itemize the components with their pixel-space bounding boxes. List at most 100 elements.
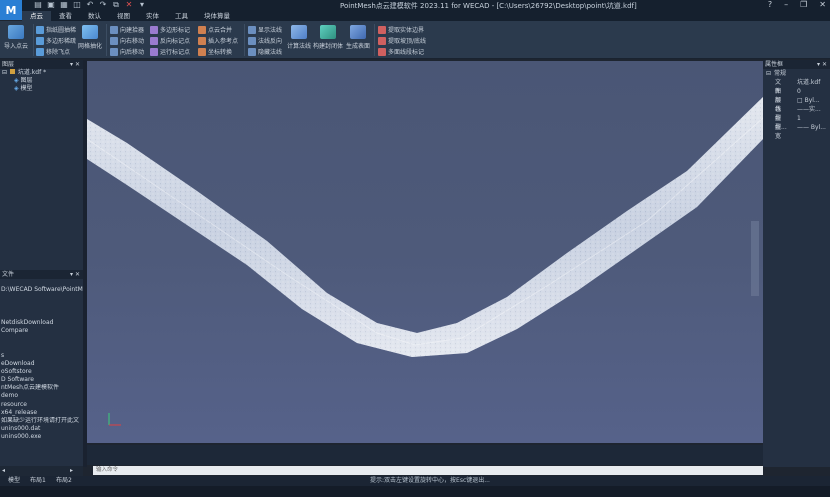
ribbon-btn-move-back[interactable]: 向后移动 [110, 47, 144, 56]
generate-surface-button[interactable]: 生成表面 [346, 25, 370, 50]
tree-item-layers[interactable]: ◈ 图层 [0, 77, 83, 85]
command-input[interactable]: 输入命令 [93, 466, 763, 475]
normals-hide-icon [248, 47, 256, 56]
list-item[interactable]: Compare [0, 327, 83, 335]
save-icon[interactable]: ▦ [60, 1, 68, 9]
tree-item-model[interactable]: ◈ 模型 [0, 85, 83, 93]
ribbon-btn-extract-slope[interactable]: 提取坡顶/底线 [378, 36, 426, 45]
files-panel: 文件 ▾ ✕ D:\WECAD Software\PointMesh Netdi… [0, 270, 83, 466]
command-history [87, 445, 763, 465]
import-icon [8, 25, 24, 39]
tab-view[interactable]: 查看 [51, 11, 80, 21]
close-doc-icon[interactable]: ✕ [125, 1, 133, 9]
list-item[interactable]: D Software [0, 376, 83, 384]
list-item[interactable] [0, 302, 83, 310]
property-row-linescale[interactable]: 线型... 1 [763, 114, 830, 131]
axis-gizmo [108, 413, 121, 426]
status-toolbar [0, 486, 830, 497]
list-item[interactable]: unins000.dat [0, 425, 83, 433]
ribbon-btn-reverse-mark[interactable]: 反向标记点 [150, 36, 190, 45]
ribbon-btn-sparse-polygon[interactable]: 多边形稀疏 [36, 36, 76, 45]
ribbon-btn-coord-transform[interactable]: 坐标转换 [198, 47, 232, 56]
list-item[interactable]: eDownload [0, 360, 83, 368]
list-item[interactable]: s [0, 352, 83, 360]
list-item[interactable]: oSoftstore [0, 368, 83, 376]
file-icon [9, 69, 15, 74]
collapse-icon[interactable]: ⊟ [763, 69, 771, 78]
app-logo-icon[interactable]: M [0, 0, 22, 20]
property-row-layer[interactable]: 图层 0 [763, 87, 830, 104]
pointcloud-canvas[interactable] [87, 61, 763, 443]
list-item[interactable] [0, 311, 83, 319]
reverse-mark-icon [150, 36, 158, 45]
list-item[interactable] [0, 294, 83, 302]
panel-scroll-controls: ◂ ▸ [0, 466, 83, 476]
ribbon-btn-insert-ref[interactable]: 插入参考点 [198, 36, 238, 45]
new-file-icon[interactable]: ▤ [34, 1, 42, 9]
list-item[interactable]: resource [0, 401, 83, 409]
tab-data[interactable]: 数认 [80, 11, 109, 21]
tree-root[interactable]: ⊟ 坑道.kdf * [0, 69, 83, 77]
ribbon-btn-move-right[interactable]: 向右移动 [110, 36, 144, 45]
tab-volume[interactable]: 块体算量 [196, 11, 238, 21]
ribbon-separator [374, 24, 375, 56]
layout-tab-model[interactable]: 模型 [8, 476, 20, 486]
ribbon-btn-reverse-normals[interactable]: 法线反向 [248, 36, 282, 45]
scroll-left-icon[interactable]: ◂ [2, 467, 5, 474]
open-file-icon[interactable]: ▣ [47, 1, 55, 9]
layout-tab-layout1[interactable]: 布局1 [30, 476, 46, 486]
ribbon-btn-merge-clouds[interactable]: 点云合并 [198, 25, 232, 34]
property-row-color[interactable]: 颜色 □ Byl... [763, 96, 830, 113]
scroll-right-icon[interactable]: ▸ [70, 467, 73, 474]
ribbon-btn-run-mark[interactable]: 运行标记点 [150, 47, 190, 56]
ribbon-btn-show-normals[interactable]: 显示法线 [248, 25, 282, 34]
list-item[interactable]: D:\WECAD Software\PointMesh [0, 286, 83, 294]
redo-icon[interactable]: ↷ [99, 1, 107, 9]
list-item[interactable]: NetdiskDownload [0, 319, 83, 327]
tab-entity[interactable]: 实体 [138, 11, 167, 21]
tab-tools[interactable]: 工具 [167, 11, 196, 21]
property-row-file[interactable]: 文件 坑道.kdf [763, 78, 830, 95]
tab-display[interactable]: 视图 [109, 11, 138, 21]
quick-access-dropdown-icon[interactable]: ▾ [138, 1, 146, 9]
ribbon-btn-hide-normals[interactable]: 隐藏法线 [248, 47, 282, 56]
collapse-icon[interactable]: ⊟ [2, 69, 7, 76]
properties-panel-header: 属性框 ▾ ✕ [763, 60, 830, 69]
list-item[interactable]: demo [0, 392, 83, 400]
undo-icon[interactable]: ↶ [86, 1, 94, 9]
copy-icon[interactable]: ⧉ [112, 1, 120, 9]
viewport-nav-bar[interactable] [751, 221, 759, 296]
list-item[interactable] [0, 335, 83, 343]
ribbon-btn-move-up[interactable]: 向建拾器 [110, 25, 144, 34]
multiline-icon [378, 47, 386, 56]
arrow-up-icon [110, 25, 118, 34]
close-icon[interactable]: ✕ [819, 0, 826, 9]
list-item[interactable]: 如果缺少运行环境请打开此文 [0, 417, 83, 425]
list-item[interactable] [0, 343, 83, 351]
pin-icon[interactable]: ▾ ✕ [817, 60, 827, 69]
ribbon-btn-sparse-circle[interactable]: 指纸圆抽稀 [36, 25, 76, 34]
properties-section-general[interactable]: ⊟ 常规 [763, 69, 830, 78]
print-icon[interactable]: ◫ [73, 1, 81, 9]
property-row-lineweight[interactable]: 线宽 —— Byl... [763, 123, 830, 140]
list-item[interactable]: unins000.exe [0, 433, 83, 441]
import-pointcloud-button[interactable]: 导入点云 [4, 25, 28, 50]
tab-pointcloud[interactable]: 点云 [22, 11, 51, 21]
pin-icon[interactable]: ▾ ✕ [70, 60, 80, 69]
layout-tab-layout2[interactable]: 布局2 [56, 476, 72, 486]
maximize-icon[interactable]: ❐ [800, 0, 807, 9]
list-item[interactable]: x64_release [0, 409, 83, 417]
property-row-linetype[interactable]: 线型 ——实... [763, 105, 830, 122]
ribbon-btn-multiline-mark[interactable]: 多面线段标记 [378, 47, 424, 56]
pin-icon[interactable]: ▾ ✕ [70, 270, 80, 279]
grid-thin-button[interactable]: 网格抽化 [78, 25, 102, 50]
ribbon-btn-remove-outliers[interactable]: 移除飞点 [36, 47, 70, 56]
build-closed-button[interactable]: 构建封闭体 [313, 25, 343, 50]
calc-normals-button[interactable]: 计算法线 [287, 25, 311, 50]
3d-viewport[interactable] [87, 61, 763, 443]
minimize-icon[interactable]: – [784, 0, 788, 9]
ribbon-btn-extract-boundary[interactable]: 提取实体边界 [378, 25, 424, 34]
help-icon[interactable]: ? [768, 0, 772, 9]
ribbon-btn-polygon-mark[interactable]: 多边形标记 [150, 25, 190, 34]
list-item[interactable]: ntMesh点云建模软件 [0, 384, 83, 392]
